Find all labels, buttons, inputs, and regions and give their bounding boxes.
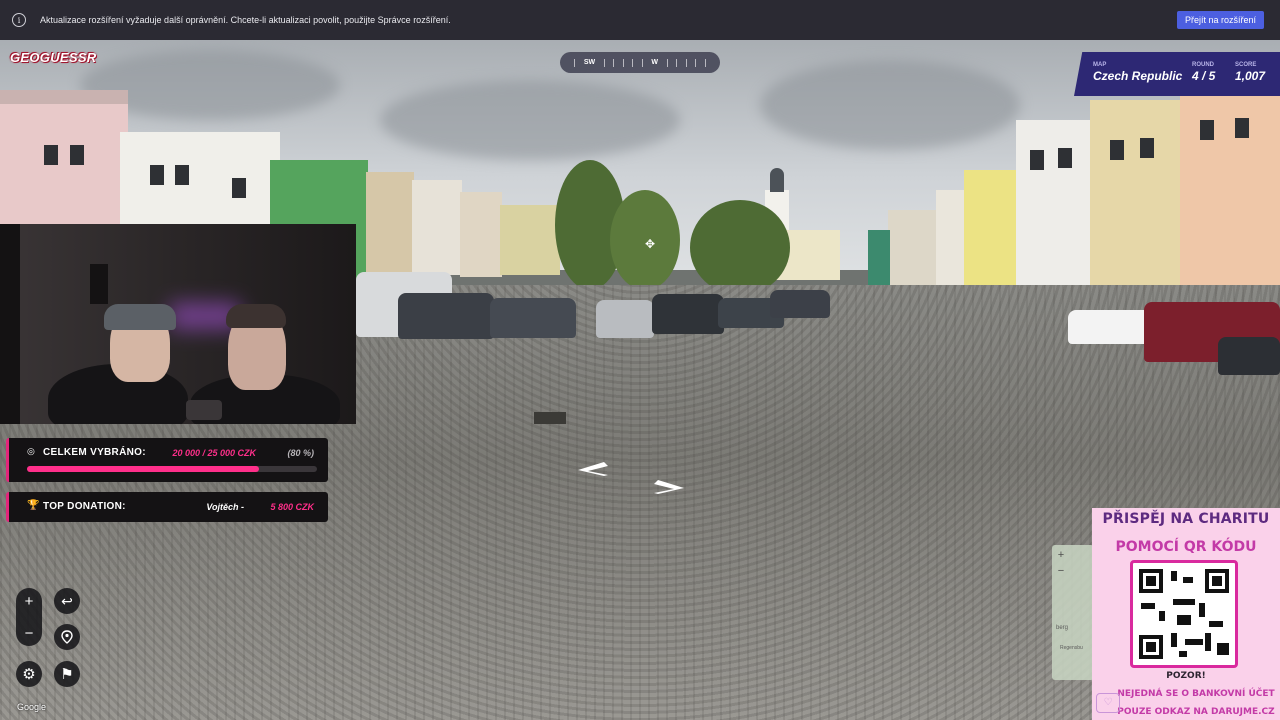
top-donation-bar: 🏆 TOP DONATION: Vojtěch - 5 800 CZK [6,492,328,522]
score-label: SCORE [1235,62,1257,68]
undo-icon[interactable]: ↩ [54,588,80,614]
target-icon: ◎ [27,446,35,456]
minimap-town: Regensbu [1060,645,1083,651]
donation-progress-bar [27,466,317,472]
game-status-panel: MAP Czech Republic ROUND 4 / 5 SCORE 1,0… [1074,52,1280,96]
zoom-control: + − [16,588,42,646]
zoom-in-icon[interactable]: + [16,588,42,614]
minimap-zoom-in-icon[interactable]: + [1054,549,1068,563]
donation-total-bar: ◎ CELKEM VYBRÁNO: 20 000 / 25 000 CZK (8… [6,438,328,482]
charity-note-1: NEJEDNÁ SE O BANKOVNÍ ÚČET [1117,689,1275,699]
map-value: Czech Republic [1093,69,1183,83]
donation-progress-fill [27,466,259,472]
extension-message: Aktualizace rozšíření vyžaduje další opr… [40,15,451,25]
top-donation-name: Vojtěch - [206,502,244,512]
charity-subheading: POMOCÍ QR KÓDU [1115,539,1257,555]
round-value: 4 / 5 [1192,69,1216,83]
round-label: ROUND [1192,62,1214,68]
go-to-extensions-button[interactable]: Přejít na rozšíření [1176,11,1264,29]
qr-code[interactable] [1130,560,1238,668]
info-icon: i [12,13,26,27]
compass-sw: SW [583,59,596,66]
compass-w: W [651,59,658,66]
donation-total-percent: (80 %) [287,448,314,458]
extension-notification-bar: i Aktualizace rozšíření vyžaduje další o… [0,0,1280,40]
trophy-icon: 🏆 [27,500,40,511]
donation-total-value: 20 000 / 25 000 CZK [172,448,256,458]
flag-icon[interactable]: ⚑ [54,661,80,687]
move-cursor-icon: ✥ [644,237,656,251]
geoguessr-logo: GEOGUESSR [10,50,97,65]
pin-icon[interactable] [54,624,80,650]
charity-warning: POZOR! [1166,671,1206,681]
compass: SW W [560,52,720,73]
zoom-out-icon[interactable]: − [16,620,42,646]
nav-arrow-left[interactable] [578,462,608,476]
google-attribution: Google [17,702,47,712]
minimap-zoom-out-icon[interactable]: − [1054,565,1068,579]
guess-minimap[interactable]: + − berg Regensbu [1052,545,1094,680]
charity-heading: PŘISPĚJ NA CHARITU [1102,511,1270,527]
darujme-logo-icon: ♡ [1096,693,1120,713]
charity-note-2: POUZE ODKAZ NA DARUJME.CZ [1117,707,1275,717]
donation-total-label: CELKEM VYBRÁNO: [43,447,146,458]
nav-arrow-right[interactable] [654,480,684,494]
settings-icon[interactable]: ⚙ [16,661,42,687]
top-donation-label: TOP DONATION: [43,501,126,512]
minimap-town: berg [1056,625,1069,631]
charity-qr-panel: PŘISPĚJ NA CHARITU POMOCÍ QR KÓDU POZOR!… [1092,508,1280,720]
map-label: MAP [1093,62,1107,68]
top-donation-value: 5 800 CZK [270,502,314,512]
webcam-overlay [0,224,356,424]
score-value: 1,007 [1235,69,1266,83]
